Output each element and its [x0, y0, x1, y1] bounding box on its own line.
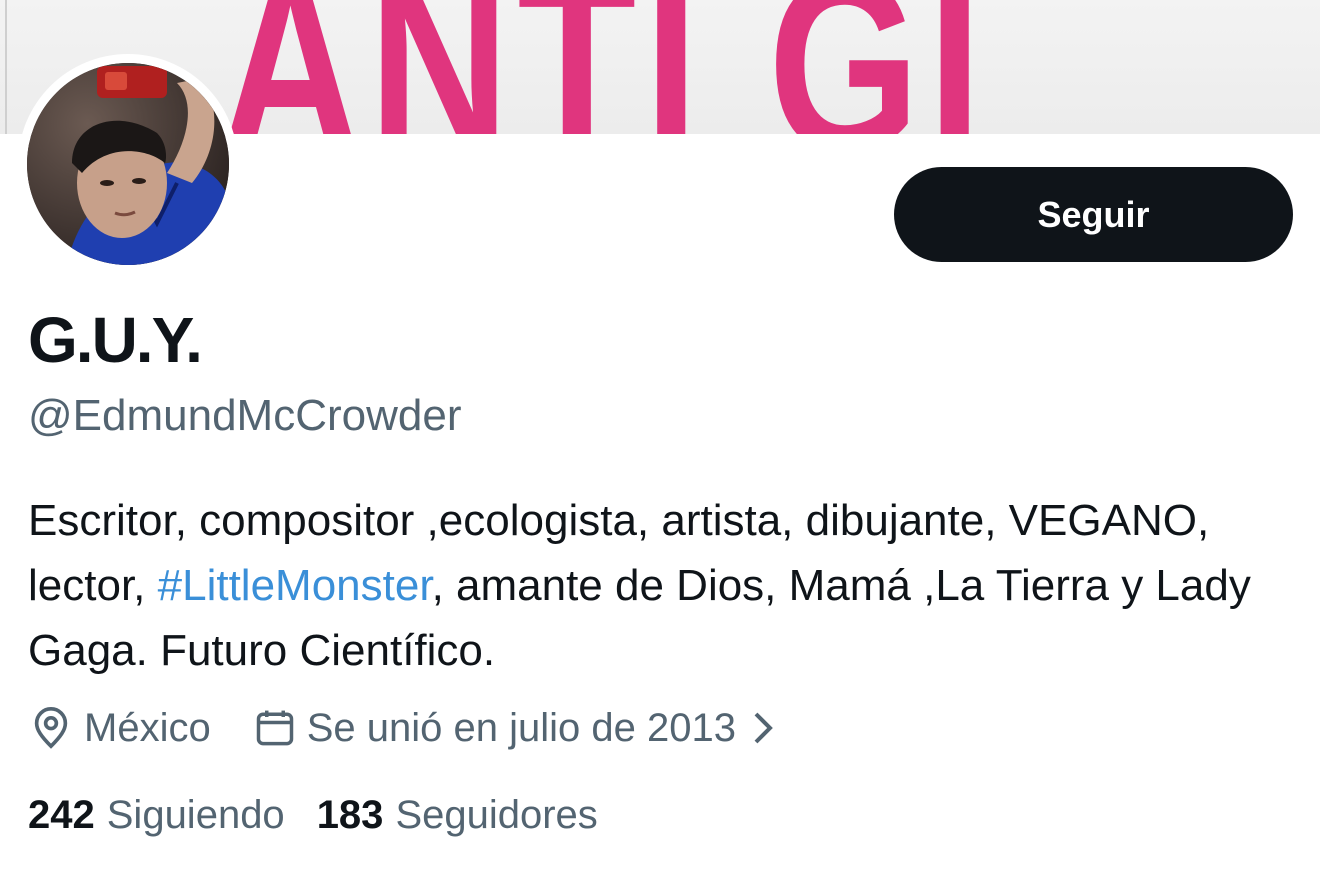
banner-art-text: ANTI GI: [220, 0, 990, 134]
avatar-image: [27, 63, 229, 265]
chevron-right-icon[interactable]: [750, 708, 774, 748]
joined-date-text: Se unió en julio de 2013: [306, 705, 736, 750]
following-stat[interactable]: 242 Siguiendo: [28, 788, 285, 842]
banner-edge: [5, 0, 7, 134]
user-handle: @EdmundMcCrowder: [28, 391, 462, 440]
display-name: G.U.Y.: [28, 304, 203, 376]
meta-location: México: [28, 703, 211, 753]
profile-stats: 242 Siguiendo 183 Seguidores: [28, 788, 598, 842]
avatar[interactable]: [27, 63, 229, 265]
meta-joined[interactable]: Se unió en julio de 2013: [253, 706, 774, 751]
followers-count: 183: [316, 793, 384, 837]
location-text: México: [84, 705, 211, 750]
followers-label: Seguidores: [395, 793, 598, 837]
follow-button[interactable]: Seguir: [894, 167, 1293, 262]
profile-meta: México Se unió en julio de 2013: [28, 698, 774, 758]
location-pin-icon: [28, 703, 74, 753]
following-label: Siguiendo: [106, 793, 285, 837]
followers-stat[interactable]: 183 Seguidores: [317, 788, 598, 842]
profile-bio: Escritor, compositor ,ecologista, artist…: [28, 488, 1298, 683]
following-count: 242: [28, 793, 95, 837]
hashtag-link[interactable]: #LittleMonster: [158, 561, 432, 610]
calendar-icon: [253, 706, 297, 750]
